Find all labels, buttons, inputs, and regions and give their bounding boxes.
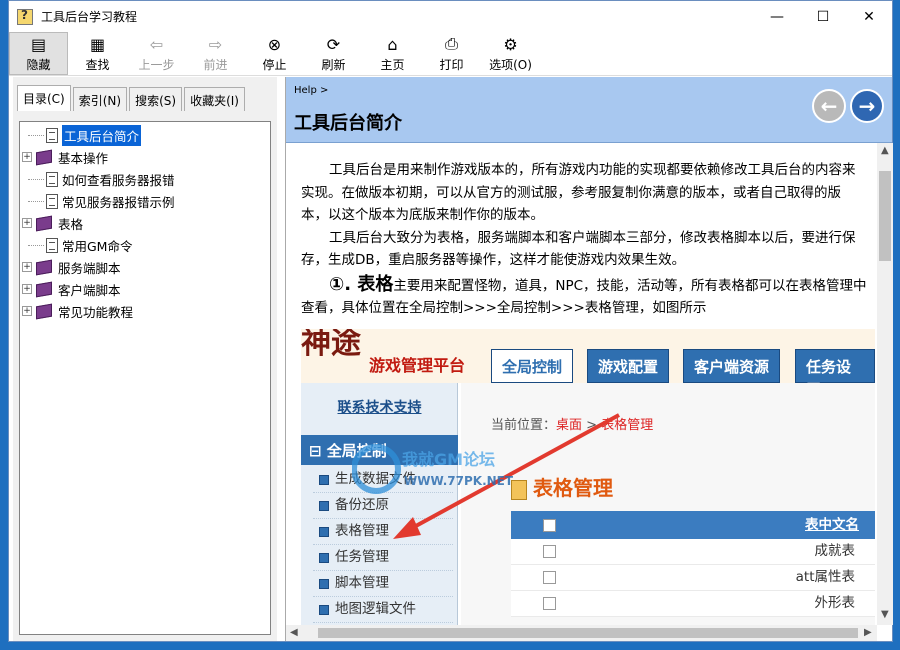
breadcrumb[interactable]: Help > (294, 85, 328, 96)
scroll-up-icon[interactable]: ▲ (881, 145, 889, 156)
toolbar-button-6[interactable]: ⌂ 主页 (363, 32, 422, 75)
topic-header: Help > 工具后台简介 ← → (286, 77, 892, 143)
contents-tree: 工具后台简介 + 基本操作如何查看服务器报错 常见服务器报错示例 + 表格常用GM命令 + 服… (19, 121, 271, 635)
nav-tabs: 目录(C) 索引(N) 搜索(S) 收藏夹(I) (13, 77, 277, 111)
expand-icon[interactable]: + (22, 306, 32, 316)
vertical-scroll-thumb[interactable] (879, 171, 891, 261)
forward-arrow-icon: ⇨ (208, 34, 223, 54)
book-icon (36, 215, 52, 231)
tree-item-label: 常见功能教程 (58, 304, 134, 320)
expand-icon[interactable]: + (22, 262, 32, 272)
nav-tab-3[interactable]: 收藏夹(I) (184, 87, 245, 111)
book-icon (36, 149, 52, 165)
tree-item-label: 基本操作 (58, 150, 109, 166)
refresh-icon: ⟳ (326, 34, 341, 54)
toolbar-button-3[interactable]: ⇨ 前进 (186, 32, 245, 75)
expand-icon[interactable]: + (22, 152, 32, 162)
nav-tab-1[interactable]: 索引(N) (72, 87, 128, 111)
toolbar-button-label: 刷新 (321, 58, 346, 72)
toolbar-button-label: 查找 (85, 58, 110, 72)
page-icon (46, 171, 58, 187)
minimize-button[interactable]: — (754, 1, 800, 32)
tree-item[interactable]: 常用GM命令 (20, 234, 270, 256)
toolbar-button-label: 打印 (439, 58, 464, 72)
help-file-icon (17, 8, 33, 25)
nav-tab-2[interactable]: 搜索(S) (129, 87, 183, 111)
tree-item-label: 表格 (58, 216, 84, 232)
page-icon (46, 237, 58, 253)
tree-connector (28, 244, 44, 246)
next-topic-button[interactable]: → (850, 89, 884, 123)
toolbar-button-label: 停止 (262, 58, 287, 72)
tree-connector (28, 134, 44, 136)
screenshot-figure: 神途 游戏管理平台 全局控制 游戏配置 客户端资源 任务设置 联系技术支持 ⊟ … (301, 329, 875, 627)
section-heading: ①. 表格 (329, 273, 394, 295)
expand-icon[interactable]: + (22, 284, 32, 294)
window-title: 工具后台学习教程 (41, 10, 138, 24)
page-icon (46, 193, 58, 209)
toolbar-button-label: 上一步 (138, 58, 175, 72)
section-paragraph: ①. 表格主要用来配置怪物，道具，NPC，技能，活动等，所有表格都可以在表格管理… (301, 274, 867, 320)
scroll-right-icon[interactable]: ▶ (864, 627, 872, 638)
tree-item[interactable]: + 常见功能教程 (20, 300, 270, 322)
tree-connector (28, 178, 44, 180)
tree-item[interactable]: + 基本操作 (20, 146, 270, 168)
book-icon (36, 303, 52, 319)
hide-pane-icon: ▤ (30, 34, 47, 54)
page-title: 工具后台简介 (294, 113, 402, 134)
tree-item-label: 常用GM命令 (62, 238, 133, 254)
toolbar-button-5[interactable]: ⟳ 刷新 (304, 32, 363, 75)
nav-tab-0[interactable]: 目录(C) (17, 85, 71, 111)
print-icon: ⎙ (445, 34, 458, 53)
toolbar-button-2[interactable]: ⇦ 上一步 (127, 32, 186, 75)
toolbar: ▤ 隐藏 ▦ 查找 ⇦ 上一步 ⇨ 前进 ⊗ 停止 ⟳ 刷新 ⌂ 主页 ⎙ 打印 ⚙ 选项(O) (9, 32, 892, 76)
title-bar: 工具后台学习教程 — ☐ ✕ (9, 1, 892, 32)
help-window: 工具后台学习教程 — ☐ ✕ ▤ 隐藏 ▦ 查找 ⇦ 上一步 ⇨ 前进 ⊗ 停止 ⟳ 刷新 ⌂ 主页 ⎙ 打印… (8, 0, 893, 642)
page-icon (46, 127, 58, 143)
topic-pane: Help > 工具后台简介 ← → 工具后台是用来制作游戏版本的，所有游戏内功能… (285, 77, 893, 641)
find-icon: ▦ (89, 34, 106, 54)
scroll-left-icon[interactable]: ◀ (290, 627, 298, 638)
previous-topic-button[interactable]: ← (812, 89, 846, 123)
tree-item-label: 常见服务器报错示例 (62, 194, 175, 210)
intro-paragraph: 工具后台是用来制作游戏版本的，所有游戏内功能的实现都要依赖修改工具后台的内容来实… (301, 162, 856, 223)
tree-item-label: 如何查看服务器报错 (62, 172, 175, 188)
tree-item-label: 服务端脚本 (58, 260, 121, 276)
tree-item[interactable]: 如何查看服务器报错 (20, 168, 270, 190)
horizontal-scroll-thumb[interactable] (318, 628, 858, 638)
book-icon (36, 281, 52, 297)
tree-item-label: 工具后台简介 (62, 124, 142, 146)
horizontal-scrollbar[interactable]: ◀ ▶ (286, 625, 877, 641)
close-button[interactable]: ✕ (846, 1, 892, 32)
vertical-scrollbar[interactable]: ▲ ▼ (877, 143, 893, 625)
navigation-pane: 目录(C) 索引(N) 搜索(S) 收藏夹(I) 工具后台简介 + 基本操作如何查看服务器… (13, 77, 277, 641)
tree-item[interactable]: 常见服务器报错示例 (20, 190, 270, 212)
overview-paragraph: 工具后台大致分为表格，服务端脚本和客户端脚本三部分，修改表格脚本以后，要进行保存… (301, 229, 856, 269)
topic-content: 工具后台是用来制作游戏版本的，所有游戏内功能的实现都要依赖修改工具后台的内容来实… (286, 143, 877, 627)
tree-connector (28, 200, 44, 202)
tree-item-label: 客户端脚本 (58, 282, 121, 298)
options-icon: ⚙ (503, 34, 518, 54)
toolbar-button-label: 主页 (380, 58, 405, 72)
toolbar-button-4[interactable]: ⊗ 停止 (245, 32, 304, 75)
tree-item[interactable]: + 客户端脚本 (20, 278, 270, 300)
back-arrow-icon: ⇦ (149, 34, 164, 54)
toolbar-button-0[interactable]: ▤ 隐藏 (9, 32, 68, 75)
toolbar-button-1[interactable]: ▦ 查找 (68, 32, 127, 75)
expand-icon[interactable]: + (22, 218, 32, 228)
toolbar-button-8[interactable]: ⚙ 选项(O) (481, 32, 540, 75)
toolbar-button-label: 隐藏 (26, 58, 51, 72)
toolbar-button-label: 前进 (203, 58, 228, 72)
home-icon: ⌂ (387, 34, 398, 54)
tree-item[interactable]: 工具后台简介 (20, 124, 270, 146)
scroll-down-icon[interactable]: ▼ (881, 609, 889, 620)
toolbar-button-label: 选项(O) (489, 58, 532, 72)
tree-item[interactable]: + 表格 (20, 212, 270, 234)
tree-item[interactable]: + 服务端脚本 (20, 256, 270, 278)
toolbar-button-7[interactable]: ⎙ 打印 (422, 32, 481, 75)
book-icon (36, 259, 52, 275)
stop-icon: ⊗ (267, 34, 282, 54)
red-pointer-arrow-icon (393, 413, 620, 539)
maximize-button[interactable]: ☐ (800, 1, 846, 32)
